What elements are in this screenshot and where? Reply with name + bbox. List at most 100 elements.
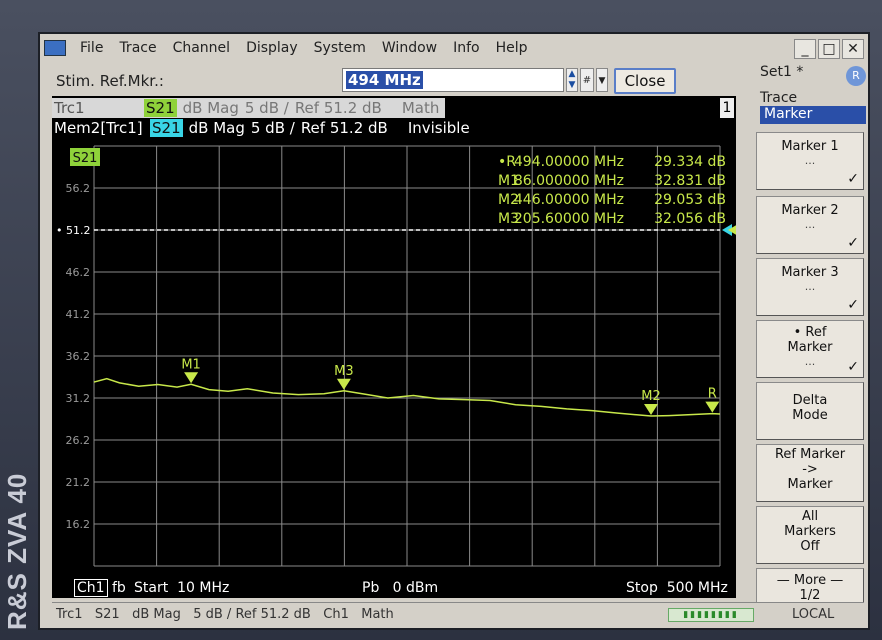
- trace-badge-label: S21: [73, 151, 98, 166]
- softkey-all-markers-off[interactable]: All Markers Off: [756, 506, 864, 564]
- trace-format: dB Mag: [188, 119, 245, 137]
- softkey-label-2: Markers: [784, 524, 836, 539]
- softkey-ref-marker[interactable]: • Ref Marker ... ✓: [756, 320, 864, 378]
- step-unit-icon[interactable]: #: [580, 68, 594, 92]
- check-icon: ✓: [847, 297, 859, 313]
- close-button[interactable]: Close: [614, 68, 676, 94]
- trace-row-mem2[interactable]: Mem2[Trc1] S21 dB Mag 5 dB / Ref 51.2 dB…: [52, 118, 476, 138]
- channel-bar: Ch1 fb Start 10 MHz Pb 0 dBm Stop 500 MH…: [52, 576, 736, 598]
- trace-scale: 5 dB /: [250, 119, 295, 137]
- fb-label: fb: [112, 580, 126, 596]
- marker-readout-frequency: 205.60000 MHz: [514, 211, 624, 227]
- reference-level-label: • 51.2: [56, 224, 90, 237]
- softkey-menu-trace[interactable]: Trace: [760, 90, 866, 106]
- softkey-label: Marker 1: [781, 139, 839, 154]
- menu-trace[interactable]: Trace: [111, 40, 164, 56]
- marker-readout-value: 29.334 dB: [654, 154, 726, 170]
- app-icon[interactable]: [44, 40, 66, 56]
- softkey-sub: ...: [804, 280, 816, 293]
- instrument-screen: File Trace Channel Display System Window…: [38, 32, 870, 630]
- restore-button[interactable]: □: [818, 39, 840, 59]
- spin-arrows-icon[interactable]: ▲ ▼: [566, 68, 578, 92]
- softkey-ref-marker-to-marker[interactable]: Ref Marker -> Marker: [756, 444, 864, 502]
- dropdown-arrow-icon[interactable]: ▼: [596, 68, 608, 92]
- stop-frequency[interactable]: Stop 500 MHz: [626, 580, 728, 596]
- softkey-menu-marker[interactable]: Marker: [760, 106, 866, 124]
- softkey-sub: ...: [804, 218, 816, 231]
- setup-title: Set1 *: [760, 64, 804, 80]
- y-tick-label: 56.2: [66, 182, 91, 195]
- marker-triangle-m2: [644, 404, 659, 416]
- trace-name: Mem2[Trc1]: [54, 119, 143, 137]
- marker-readout-frequency: 494.00000 MHz: [514, 154, 624, 170]
- y-tick-label: 41.2: [66, 308, 91, 321]
- softkey-label: Ref Marker: [774, 447, 846, 462]
- marker-readout-frequency: 446.00000 MHz: [514, 192, 624, 208]
- instrument-bezel: R&S ZVA 40 File Trace Channel Display Sy…: [0, 0, 882, 640]
- marker-triangle-r: [705, 401, 720, 413]
- marker-readout-value: 32.831 dB: [654, 173, 726, 189]
- check-icon: ✓: [847, 235, 859, 251]
- menu-display[interactable]: Display: [238, 40, 306, 56]
- softkey-marker-2[interactable]: Marker 2 ... ✓: [756, 196, 864, 254]
- trace-ref: Ref 51.2 dB: [294, 99, 382, 117]
- softkey-label: Delta: [792, 393, 828, 408]
- trace-param-badge: S21: [150, 119, 183, 137]
- softkey-label-3: Marker: [787, 477, 833, 492]
- softkey-marker-3[interactable]: Marker 3 ... ✓: [756, 258, 864, 316]
- y-tick-label: 26.2: [66, 434, 91, 447]
- softkey-label: Marker 3: [781, 265, 839, 280]
- marker-label-r: R: [708, 387, 717, 402]
- trace-param-badge: S21: [144, 99, 177, 117]
- status-bar: Trc1 S21 dB Mag 5 dB / Ref 51.2 dB Ch1 M…: [52, 602, 864, 626]
- marker-readout-value: 29.053 dB: [654, 192, 726, 208]
- diagram-area[interactable]: 16.2 21.2 26.2 31.2 36.2 41.2 46.2 56.2 • 51.2 S2…: [52, 96, 736, 598]
- minimize-button[interactable]: _: [794, 39, 816, 59]
- softkey-label: • Ref: [793, 325, 827, 340]
- softkey-label: — More —: [776, 573, 844, 588]
- stim-value-input[interactable]: 494 MHz: [342, 68, 564, 92]
- softkey-label-3: Off: [800, 539, 820, 554]
- trace-info-list: Trc1 S21 dB Mag 5 dB / Ref 51.2 dB Math …: [52, 96, 736, 138]
- brand-label: R&S ZVA 40: [2, 472, 32, 630]
- trace-name: Trc1: [52, 99, 144, 117]
- trace-plot[interactable]: 16.2 21.2 26.2 31.2 36.2 41.2 46.2 56.2 • 51.2 S2…: [52, 96, 736, 576]
- y-tick-label: 46.2: [66, 266, 91, 279]
- trace-format: dB Mag: [182, 99, 239, 117]
- y-tick-label: 31.2: [66, 392, 91, 405]
- marker-label-m1: M1: [181, 357, 201, 372]
- marker-label-m2: M2: [641, 389, 661, 404]
- menu-system[interactable]: System: [306, 40, 374, 56]
- softkey-delta-mode[interactable]: Delta Mode: [756, 382, 864, 440]
- y-tick-label: 36.2: [66, 350, 91, 363]
- trace-extra: Math: [401, 99, 440, 117]
- softkey-label-2: Mode: [792, 408, 828, 423]
- window-number: 1: [720, 98, 734, 118]
- softkey-label: All: [801, 509, 819, 524]
- softkey-label-2: Marker: [787, 340, 833, 355]
- start-frequency[interactable]: Start 10 MHz: [134, 580, 229, 596]
- status-trace-summary: Trc1 S21 dB Mag 5 dB / Ref 51.2 dB Ch1 M…: [56, 607, 394, 622]
- menu-channel[interactable]: Channel: [165, 40, 238, 56]
- marker-readout-value: 32.056 dB: [654, 211, 726, 227]
- softkey-marker-1[interactable]: Marker 1 ... ✓: [756, 132, 864, 190]
- marker-triangle-m1: [184, 372, 199, 384]
- menu-window[interactable]: Window: [374, 40, 445, 56]
- menu-help[interactable]: Help: [488, 40, 536, 56]
- marker-triangle-m3: [336, 378, 351, 390]
- power-level[interactable]: Pb 0 dBm: [362, 580, 438, 596]
- stim-value-text: 494 MHz: [346, 71, 423, 89]
- menu-file[interactable]: File: [72, 40, 111, 56]
- softkey-header: Trace Marker: [760, 90, 866, 124]
- trace-extra: Invisible: [407, 119, 470, 137]
- trace-ref: Ref 51.2 dB: [300, 119, 388, 137]
- window-controls: _ □ ✕: [794, 39, 864, 59]
- check-icon: ✓: [847, 359, 859, 375]
- channel-label[interactable]: Ch1: [74, 579, 108, 597]
- marker-label-m3: M3: [334, 364, 354, 379]
- check-icon: ✓: [847, 171, 859, 187]
- menu-info[interactable]: Info: [445, 40, 488, 56]
- activity-led-icon: ▮▮▮▮▮▮▮▮: [668, 608, 754, 622]
- trace-row-trc1[interactable]: Trc1 S21 dB Mag 5 dB / Ref 51.2 dB Math: [52, 98, 446, 118]
- close-window-button[interactable]: ✕: [842, 39, 864, 59]
